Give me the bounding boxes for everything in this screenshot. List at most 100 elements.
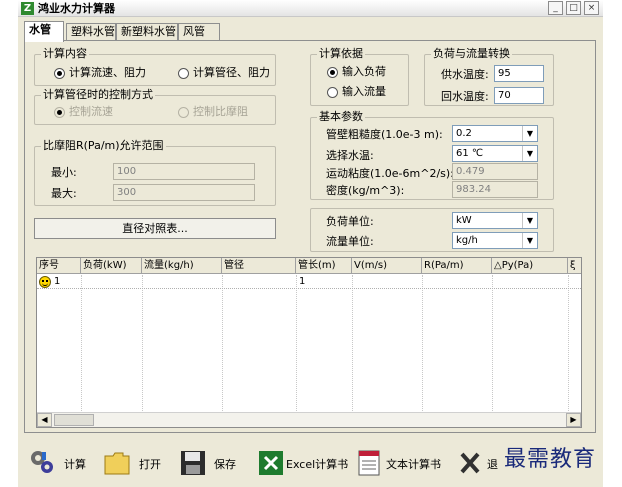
calculate-label: 计算	[64, 458, 86, 471]
close-button[interactable]: ×	[584, 1, 599, 15]
grid-divider	[422, 275, 423, 413]
calc-velocity-radio[interactable]	[54, 68, 65, 79]
scroll-thumb[interactable]	[54, 414, 94, 426]
title-bar: Z 鸿业水力计算器 _ □ ×	[18, 0, 603, 17]
col-length[interactable]: 管长(m)	[296, 258, 352, 274]
scroll-left-icon[interactable]: ◀	[37, 413, 52, 427]
grid-divider	[222, 275, 223, 413]
open-label: 打开	[139, 458, 161, 471]
calc-diameter-label[interactable]: 计算管径、阻力	[193, 66, 270, 80]
pipe-data-grid[interactable]: 序号 负荷(kW) 流量(kg/h) 管径 管长(m) V(m/s) R(Pa/…	[36, 257, 582, 428]
text-report-button[interactable]: 文本计算书	[354, 446, 444, 480]
roughness-select[interactable]: 0.2 ▼	[452, 125, 538, 142]
tab-plastic-pipe[interactable]: 塑料水管	[66, 23, 116, 41]
calc-content-title: 计算内容	[41, 47, 89, 61]
grid-divider	[296, 275, 297, 413]
friction-range-title: 比摩阻R(Pa/m)允许范围	[41, 139, 166, 153]
diameter-table-button[interactable]: 直径对照表...	[34, 218, 276, 239]
supply-temp-input[interactable]: 95	[494, 65, 544, 82]
control-velocity-radio[interactable]	[54, 107, 65, 118]
open-button[interactable]: 打开	[103, 446, 163, 480]
load-unit-label: 负荷单位:	[326, 215, 374, 228]
density-input[interactable]: 983.24	[452, 181, 538, 198]
viscosity-input[interactable]: 0.479	[452, 163, 538, 180]
viscosity-label: 运动粘度(1.0e-6m^2/s):	[326, 167, 454, 180]
tab-new-plastic-pipe[interactable]: 新塑料水管	[116, 23, 178, 41]
col-load[interactable]: 负荷(kW)	[81, 258, 142, 274]
grid-divider	[142, 275, 143, 413]
save-label: 保存	[214, 458, 236, 471]
watermark-text: 最需教育	[504, 447, 597, 472]
supply-temp-label: 供水温度:	[441, 68, 489, 81]
water-temp-select[interactable]: 61 ℃ ▼	[452, 145, 538, 162]
calc-basis-title: 计算依据	[317, 47, 365, 61]
scroll-right-icon[interactable]: ▶	[566, 413, 581, 427]
tab-air-duct[interactable]: 风管	[178, 23, 220, 41]
basic-params-title: 基本参数	[317, 110, 365, 124]
save-button[interactable]: 保存	[178, 446, 238, 480]
water-temp-label: 选择水温:	[326, 149, 374, 162]
col-xi[interactable]: ξ	[568, 258, 581, 274]
roughness-label: 管壁粗糙度(1.0e-3 m):	[326, 128, 443, 141]
floppy-disk-icon	[181, 451, 205, 475]
roughness-value: 0.2	[456, 128, 472, 139]
return-temp-input[interactable]: 70	[494, 87, 544, 104]
col-velocity[interactable]: V(m/s)	[352, 258, 422, 274]
maximize-button[interactable]: □	[566, 1, 581, 15]
excel-report-label: Excel计算书	[286, 458, 349, 471]
control-velocity-label[interactable]: 控制流速	[69, 105, 113, 119]
horizontal-scrollbar[interactable]: ◀ ▶	[37, 412, 581, 427]
col-flow[interactable]: 流量(kg/h)	[142, 258, 222, 274]
flow-unit-value: kg/h	[456, 235, 478, 246]
excel-icon	[259, 451, 283, 475]
water-temp-value: 61 ℃	[456, 148, 484, 159]
calc-velocity-label[interactable]: 计算流速、阻力	[69, 66, 146, 80]
input-load-radio[interactable]	[327, 67, 338, 78]
row-index-cell[interactable]: 1	[52, 275, 60, 289]
text-document-icon	[358, 450, 380, 476]
row-length-cell[interactable]: 1	[297, 275, 305, 289]
control-method-title: 计算管径时的控制方式	[41, 88, 155, 102]
excel-report-button[interactable]: Excel计算书	[256, 446, 348, 480]
control-friction-label[interactable]: 控制比摩阻	[193, 105, 248, 119]
flow-unit-select[interactable]: kg/h ▼	[452, 232, 538, 249]
grid-divider	[568, 275, 569, 413]
grid-divider	[492, 275, 493, 413]
friction-max-input[interactable]: 300	[113, 184, 255, 201]
col-index[interactable]: 序号	[37, 258, 81, 274]
col-friction[interactable]: R(Pa/m)	[422, 258, 492, 274]
chevron-down-icon[interactable]: ▼	[522, 126, 537, 141]
chevron-down-icon[interactable]: ▼	[522, 213, 537, 228]
control-friction-radio[interactable]	[178, 107, 189, 118]
exit-cross-icon	[460, 452, 480, 474]
grid-header: 序号 负荷(kW) 流量(kg/h) 管径 管长(m) V(m/s) R(Pa/…	[37, 258, 581, 274]
flow-unit-label: 流量单位:	[326, 235, 374, 248]
friction-min-input[interactable]: 100	[113, 163, 255, 180]
chevron-down-icon[interactable]: ▼	[522, 146, 537, 161]
load-unit-value: kW	[456, 215, 472, 226]
minimize-button[interactable]: _	[548, 1, 563, 15]
return-temp-label: 回水温度:	[441, 90, 489, 103]
load-unit-select[interactable]: kW ▼	[452, 212, 538, 229]
chevron-down-icon[interactable]: ▼	[522, 233, 537, 248]
friction-max-label: 最大:	[51, 187, 77, 200]
folder-icon	[104, 452, 130, 475]
table-row[interactable]: 1 1	[37, 275, 581, 289]
app-logo-icon: Z	[21, 2, 34, 15]
input-flow-label[interactable]: 输入流量	[342, 85, 386, 99]
input-flow-radio[interactable]	[327, 87, 338, 98]
density-label: 密度(kg/m^3):	[326, 184, 405, 197]
gear-people-icon	[31, 451, 53, 473]
window-title: 鸿业水力计算器	[38, 2, 115, 15]
exit-label: 退	[487, 458, 498, 471]
calc-diameter-radio[interactable]	[178, 68, 189, 79]
exit-button[interactable]: 退	[457, 446, 503, 480]
col-pressure-drop[interactable]: △Py(Pa)	[492, 258, 568, 274]
input-load-label[interactable]: 输入负荷	[342, 65, 386, 79]
tab-water-pipe[interactable]: 水管	[24, 21, 64, 42]
col-diameter[interactable]: 管径	[222, 258, 296, 274]
calculate-button[interactable]: 计算	[28, 446, 88, 480]
text-report-label: 文本计算书	[386, 458, 441, 471]
load-conversion-title: 负荷与流量转换	[431, 47, 512, 61]
friction-min-label: 最小:	[51, 166, 77, 179]
